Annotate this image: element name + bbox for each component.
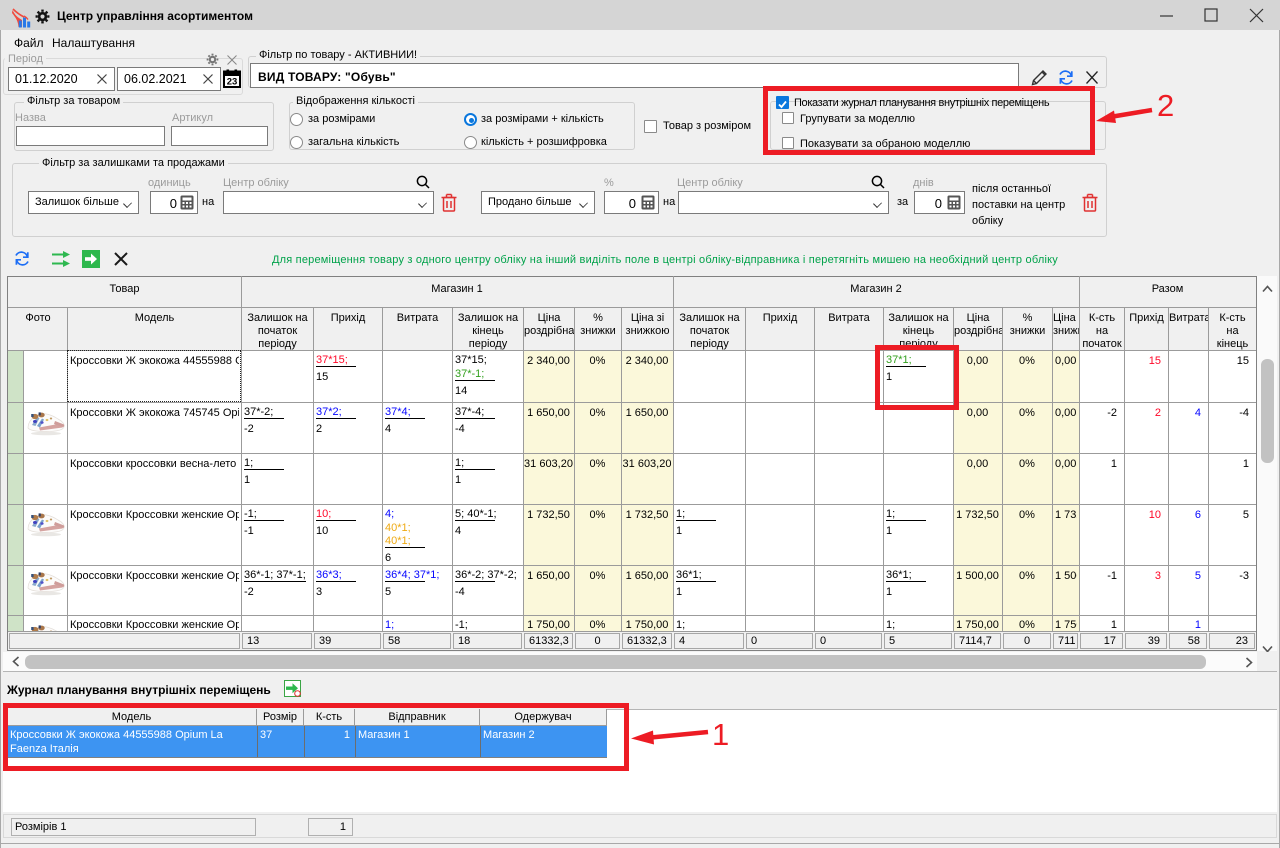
svg-text:23: 23 [227, 77, 238, 88]
